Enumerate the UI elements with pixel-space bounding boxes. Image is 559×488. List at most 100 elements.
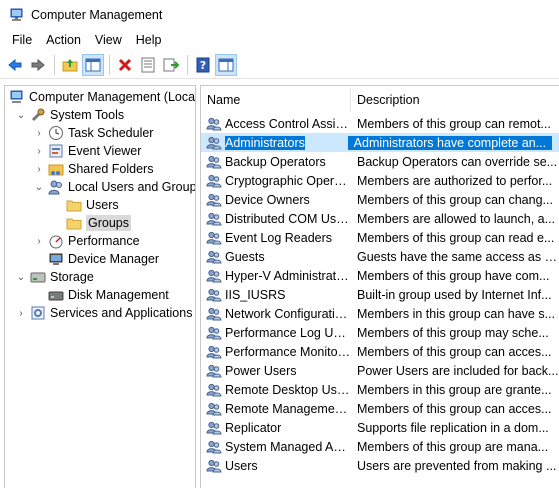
tree-item-label: System Tools: [50, 108, 125, 122]
delete-button[interactable]: [114, 54, 136, 76]
list-item[interactable]: Backup Operators Backup Operators can ove…: [201, 152, 559, 171]
computer-management-app-icon: [9, 7, 25, 23]
menu-file[interactable]: File: [0, 33, 39, 47]
group-icon: [206, 363, 222, 379]
group-icon: [206, 458, 222, 474]
group-name: Event Log Readers: [225, 230, 333, 245]
shared-folder-icon: [48, 161, 64, 177]
group-icon: [206, 420, 222, 436]
performance-icon: [48, 233, 64, 249]
tree-item-event-viewer[interactable]: › Event Viewer: [33, 142, 141, 160]
chevron-right-icon[interactable]: ›: [33, 163, 45, 175]
properties-button[interactable]: [137, 54, 159, 76]
tree-item-local-users-and-groups[interactable]: ⌄ Local Users and Groups: [33, 178, 195, 196]
tree-item-label: Performance: [68, 234, 140, 248]
tree-item-computer-management[interactable]: Computer Management (Local: [9, 88, 195, 106]
group-icon: [206, 154, 222, 170]
list-item[interactable]: Replicator Supports file replication in a…: [201, 418, 559, 437]
list-item[interactable]: Cryptographic Operat... Members are autho…: [201, 171, 559, 190]
list-rows: Access Control Assist... Members of this …: [201, 114, 559, 475]
chevron-right-icon[interactable]: ›: [15, 307, 27, 319]
chevron-right-icon[interactable]: ›: [33, 235, 45, 247]
list-item[interactable]: Remote Management... Members of this grou…: [201, 399, 559, 418]
list-item[interactable]: Network Configuratio... Members in this g…: [201, 304, 559, 323]
chevron-down-icon[interactable]: ⌄: [15, 271, 27, 283]
group-description: Members are allowed to launch, a...: [357, 211, 556, 226]
group-name: Distributed COM Users: [225, 211, 351, 226]
clock-icon: [48, 125, 64, 141]
up-one-level-button[interactable]: [59, 54, 81, 76]
list-item[interactable]: Access Control Assist... Members of this …: [201, 114, 559, 133]
group-description: Members of this group have com...: [357, 268, 550, 283]
tree-item-performance[interactable]: › Performance: [33, 232, 140, 250]
group-description: Members in this group can have s...: [357, 306, 556, 321]
disk-icon: [48, 287, 64, 303]
tree-item-system-tools[interactable]: ⌄ System Tools: [15, 106, 124, 124]
group-name: Users: [225, 458, 258, 473]
list-item[interactable]: Guests Guests have the same access as m..…: [201, 247, 559, 266]
chevron-right-icon[interactable]: ›: [33, 145, 45, 157]
event-viewer-icon: [48, 143, 64, 159]
group-description: Supports file replication in a dom...: [357, 420, 549, 435]
group-name: Power Users: [225, 363, 297, 378]
tree-item-shared-folders[interactable]: › Shared Folders: [33, 160, 153, 178]
column-header-name[interactable]: Name: [201, 88, 351, 112]
list-item[interactable]: Event Log Readers Members of this group c…: [201, 228, 559, 247]
tree-item-label: Groups: [86, 215, 131, 231]
chevron-down-icon[interactable]: ⌄: [15, 109, 27, 121]
group-name-cell: Guests: [201, 249, 351, 265]
show-hide-action-pane-button[interactable]: [215, 53, 237, 76]
tree-item-task-scheduler[interactable]: › Task Scheduler: [33, 124, 153, 142]
list-item[interactable]: Remote Desktop Users Members in this grou…: [201, 380, 559, 399]
menu-action[interactable]: Action: [39, 33, 88, 47]
tree-item-label: Shared Folders: [68, 162, 154, 176]
list-item[interactable]: Performance Monitor ... Members of this g…: [201, 342, 559, 361]
group-description: Members are authorized to perfor...: [357, 173, 553, 188]
list-item[interactable]: Distributed COM Users Members are allowed…: [201, 209, 559, 228]
group-description: Members of this group can acces...: [357, 401, 552, 416]
help-button[interactable]: ?: [192, 54, 214, 76]
chevron-right-icon[interactable]: ›: [33, 127, 45, 139]
list-item[interactable]: System Managed Acc... Members of this gro…: [201, 437, 559, 456]
storage-icon: [30, 269, 46, 285]
computer-management-icon: [9, 89, 25, 105]
menu-help[interactable]: Help: [129, 33, 169, 47]
tree-item-label: Task Scheduler: [68, 126, 154, 140]
tree-item-users[interactable]: Users: [66, 196, 119, 214]
list-item[interactable]: Power Users Power Users are included for …: [201, 361, 559, 380]
group-icon: [206, 325, 222, 341]
forward-button[interactable]: [27, 54, 49, 76]
tree-item-device-manager[interactable]: Device Manager: [48, 250, 159, 268]
menu-view[interactable]: View: [88, 33, 129, 47]
tree-item-services-and-applications[interactable]: › Services and Applications: [15, 304, 192, 322]
group-name: Replicator: [225, 420, 282, 435]
console-tree[interactable]: Computer Management (Local ⌄ System Tool…: [4, 85, 196, 488]
list-item[interactable]: IIS_IUSRS Built-in group used by Internet…: [201, 285, 559, 304]
help-icon: ?: [196, 57, 210, 72]
group-name-cell: Remote Management...: [201, 401, 351, 417]
tree-item-groups[interactable]: Groups: [66, 214, 131, 232]
column-header-description[interactable]: Description: [351, 88, 559, 112]
vertical-scrollbar[interactable]: [551, 86, 559, 488]
group-name: IIS_IUSRS: [225, 287, 286, 302]
groups-list[interactable]: Name Description Access Control Assist..…: [200, 85, 559, 488]
list-item[interactable]: Administrators Administrators have comple…: [201, 133, 559, 152]
group-icon: [206, 401, 222, 417]
group-description: Built-in group used by Internet Inf...: [357, 287, 552, 302]
tree-item-disk-management[interactable]: Disk Management: [48, 286, 169, 304]
delete-icon: [118, 58, 132, 71]
export-list-button[interactable]: [160, 54, 182, 76]
group-name: Remote Management...: [225, 401, 351, 416]
group-name-cell: Network Configuratio...: [201, 306, 351, 322]
list-item[interactable]: Device Owners Members of this group can c…: [201, 190, 559, 209]
list-item[interactable]: Users Users are prevented from making ...: [201, 456, 559, 475]
group-description: Members of this group may sche...: [357, 325, 549, 340]
chevron-down-icon[interactable]: ⌄: [33, 181, 45, 193]
tree-item-storage[interactable]: ⌄ Storage: [15, 268, 94, 286]
list-item[interactable]: Hyper-V Administrators Members of this gr…: [201, 266, 559, 285]
show-hide-console-tree-button[interactable]: [82, 53, 104, 76]
list-item[interactable]: Performance Log Users Members of this gro…: [201, 323, 559, 342]
back-button[interactable]: [4, 54, 26, 76]
properties-icon: [141, 57, 155, 72]
group-icon: [206, 249, 222, 265]
